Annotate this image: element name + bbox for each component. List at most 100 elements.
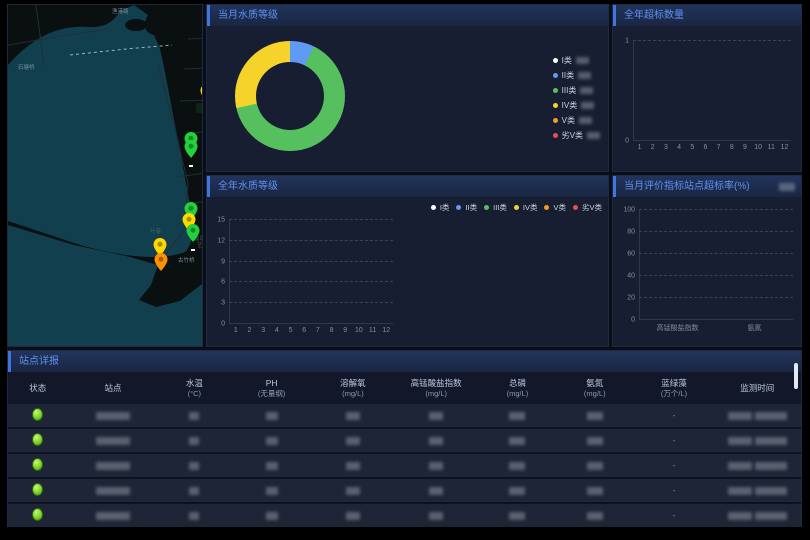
redacted-value bbox=[587, 462, 603, 470]
cell-溶解氧 bbox=[313, 461, 392, 470]
cell-总磷 bbox=[480, 511, 555, 520]
redacted-value bbox=[509, 487, 525, 495]
column-header-PH: PH(无量纲) bbox=[230, 378, 313, 398]
legend-label: V类 bbox=[562, 115, 575, 126]
legend-item[interactable]: IV类 bbox=[514, 202, 538, 213]
x-tick-label: 12 bbox=[778, 144, 791, 151]
cell-水温 bbox=[159, 486, 230, 495]
redacted-value bbox=[346, 412, 360, 420]
column-header-氨氮: 氨氮(mg/L) bbox=[555, 378, 634, 398]
panel-title: 当月评价指标站点超标率(%) bbox=[624, 176, 779, 197]
x-tick-label: 6 bbox=[699, 144, 712, 151]
redacted-value bbox=[587, 512, 603, 520]
gridline bbox=[229, 261, 393, 262]
redacted-value bbox=[509, 412, 525, 420]
panel-exceed-rate: 当月评价指标站点超标率(%) 020406080100 高锰酸盐指数氨氮 bbox=[612, 175, 802, 347]
table-row[interactable]: - bbox=[8, 454, 801, 477]
x-tick-label: 7 bbox=[712, 144, 725, 151]
exceed-rate-x-labels: 高锰酸盐指数氨氮 bbox=[639, 323, 793, 333]
legend-item[interactable]: II类 bbox=[553, 70, 600, 81]
panel-header-year-grade: 全年水质等级 bbox=[207, 176, 608, 197]
gridline bbox=[639, 275, 793, 276]
cell-水温 bbox=[159, 461, 230, 470]
cell-监测时间 bbox=[714, 411, 801, 420]
year-grade-chart[interactable]: 03691215 bbox=[229, 220, 393, 324]
panel-header-exceed-count: 全年超标数量 bbox=[613, 5, 801, 26]
cell-氨氮 bbox=[555, 436, 634, 445]
y-tick-label: 0 bbox=[221, 321, 225, 328]
redacted-value bbox=[346, 512, 360, 520]
legend-item[interactable]: I类 bbox=[431, 202, 450, 213]
y-tick-label: 40 bbox=[627, 273, 635, 280]
cell-水温 bbox=[159, 436, 230, 445]
month-grade-donut-chart[interactable] bbox=[235, 41, 345, 151]
legend-item[interactable]: III类 bbox=[553, 85, 600, 96]
x-tick-label: 11 bbox=[366, 327, 380, 334]
panel-title: 全年水质等级 bbox=[218, 176, 608, 197]
x-axis bbox=[633, 140, 791, 141]
column-header-总磷: 总磷(mg/L) bbox=[480, 378, 555, 398]
cell-监测时间 bbox=[714, 461, 801, 470]
legend-label: IV类 bbox=[523, 202, 538, 213]
legend-item[interactable]: IV类 bbox=[553, 100, 600, 111]
redacted-value bbox=[755, 462, 787, 470]
panel-title: 当月水质等级 bbox=[218, 5, 608, 26]
x-tick-label: 10 bbox=[752, 144, 765, 151]
redacted-value bbox=[189, 512, 199, 520]
legend-item[interactable]: V类 bbox=[544, 202, 566, 213]
redacted-value bbox=[587, 412, 603, 420]
table-scrollbar[interactable] bbox=[794, 363, 798, 389]
panel-header-exceed-rate: 当月评价指标站点超标率(%) bbox=[613, 176, 801, 197]
header-redacted-chip[interactable] bbox=[779, 183, 795, 191]
exceed-count-chart[interactable]: 01 bbox=[633, 41, 791, 141]
y-tick-label: 12 bbox=[217, 237, 225, 244]
redacted-value bbox=[266, 437, 278, 445]
cell-PH bbox=[230, 511, 313, 520]
cell-PH bbox=[230, 486, 313, 495]
legend-dot bbox=[456, 205, 461, 210]
redacted-value bbox=[346, 437, 360, 445]
redacted-value bbox=[429, 412, 443, 420]
legend-item[interactable]: III类 bbox=[484, 202, 507, 213]
legend-item[interactable]: 劣V类 bbox=[573, 202, 602, 213]
table-body: ----- bbox=[8, 404, 801, 526]
legend-item[interactable]: V类 bbox=[553, 115, 600, 126]
cell-蓝绿藻: - bbox=[634, 511, 713, 520]
station-pin[interactable] bbox=[201, 84, 204, 107]
column-header-高锰酸盐指数: 高锰酸盐指数(mg/L) bbox=[393, 378, 480, 398]
cell-站点 bbox=[67, 511, 158, 520]
x-tick-label: 4 bbox=[673, 144, 686, 151]
map-pins-layer bbox=[8, 5, 203, 347]
station-pin[interactable] bbox=[155, 253, 168, 276]
x-tick-label: 9 bbox=[738, 144, 751, 151]
legend-label: II类 bbox=[465, 202, 477, 213]
redacted-value bbox=[189, 412, 199, 420]
cell-PH bbox=[230, 436, 313, 445]
exceed-rate-chart[interactable]: 020406080100 bbox=[639, 210, 793, 320]
x-tick-label: 5 bbox=[686, 144, 699, 151]
year-grade-bars bbox=[229, 220, 393, 324]
legend-value-redacted bbox=[578, 72, 591, 79]
table-row[interactable]: - bbox=[8, 404, 801, 427]
redacted-value bbox=[587, 437, 603, 445]
legend-item[interactable]: 劣V类 bbox=[553, 130, 600, 141]
gridline bbox=[229, 302, 393, 303]
gridline bbox=[639, 231, 793, 232]
legend-item[interactable]: II类 bbox=[456, 202, 477, 213]
station-pin[interactable] bbox=[185, 140, 198, 163]
table-row[interactable]: - bbox=[8, 429, 801, 452]
cell-溶解氧 bbox=[313, 411, 392, 420]
table-row[interactable]: - bbox=[8, 504, 801, 527]
station-pin[interactable] bbox=[187, 224, 200, 247]
legend-item[interactable]: I类 bbox=[553, 55, 600, 66]
gridline bbox=[229, 219, 393, 220]
redacted-value bbox=[509, 462, 525, 470]
y-tick-label: 0 bbox=[631, 317, 635, 324]
y-tick-label: 20 bbox=[627, 295, 635, 302]
panel-month-grade: 当月水质等级 I类 II类 III类 IV类 V类劣V类 bbox=[206, 4, 609, 172]
map-panel[interactable]: 渔港路石塘桥五星村高浪路滨湖区机场路天安大桥吴都路江南大学高浪西路北区桥蠡湖大道… bbox=[7, 4, 203, 347]
redacted-value bbox=[96, 487, 130, 495]
x-tick-label: 8 bbox=[725, 144, 738, 151]
cell-状态 bbox=[8, 508, 67, 523]
table-row[interactable]: - bbox=[8, 479, 801, 502]
